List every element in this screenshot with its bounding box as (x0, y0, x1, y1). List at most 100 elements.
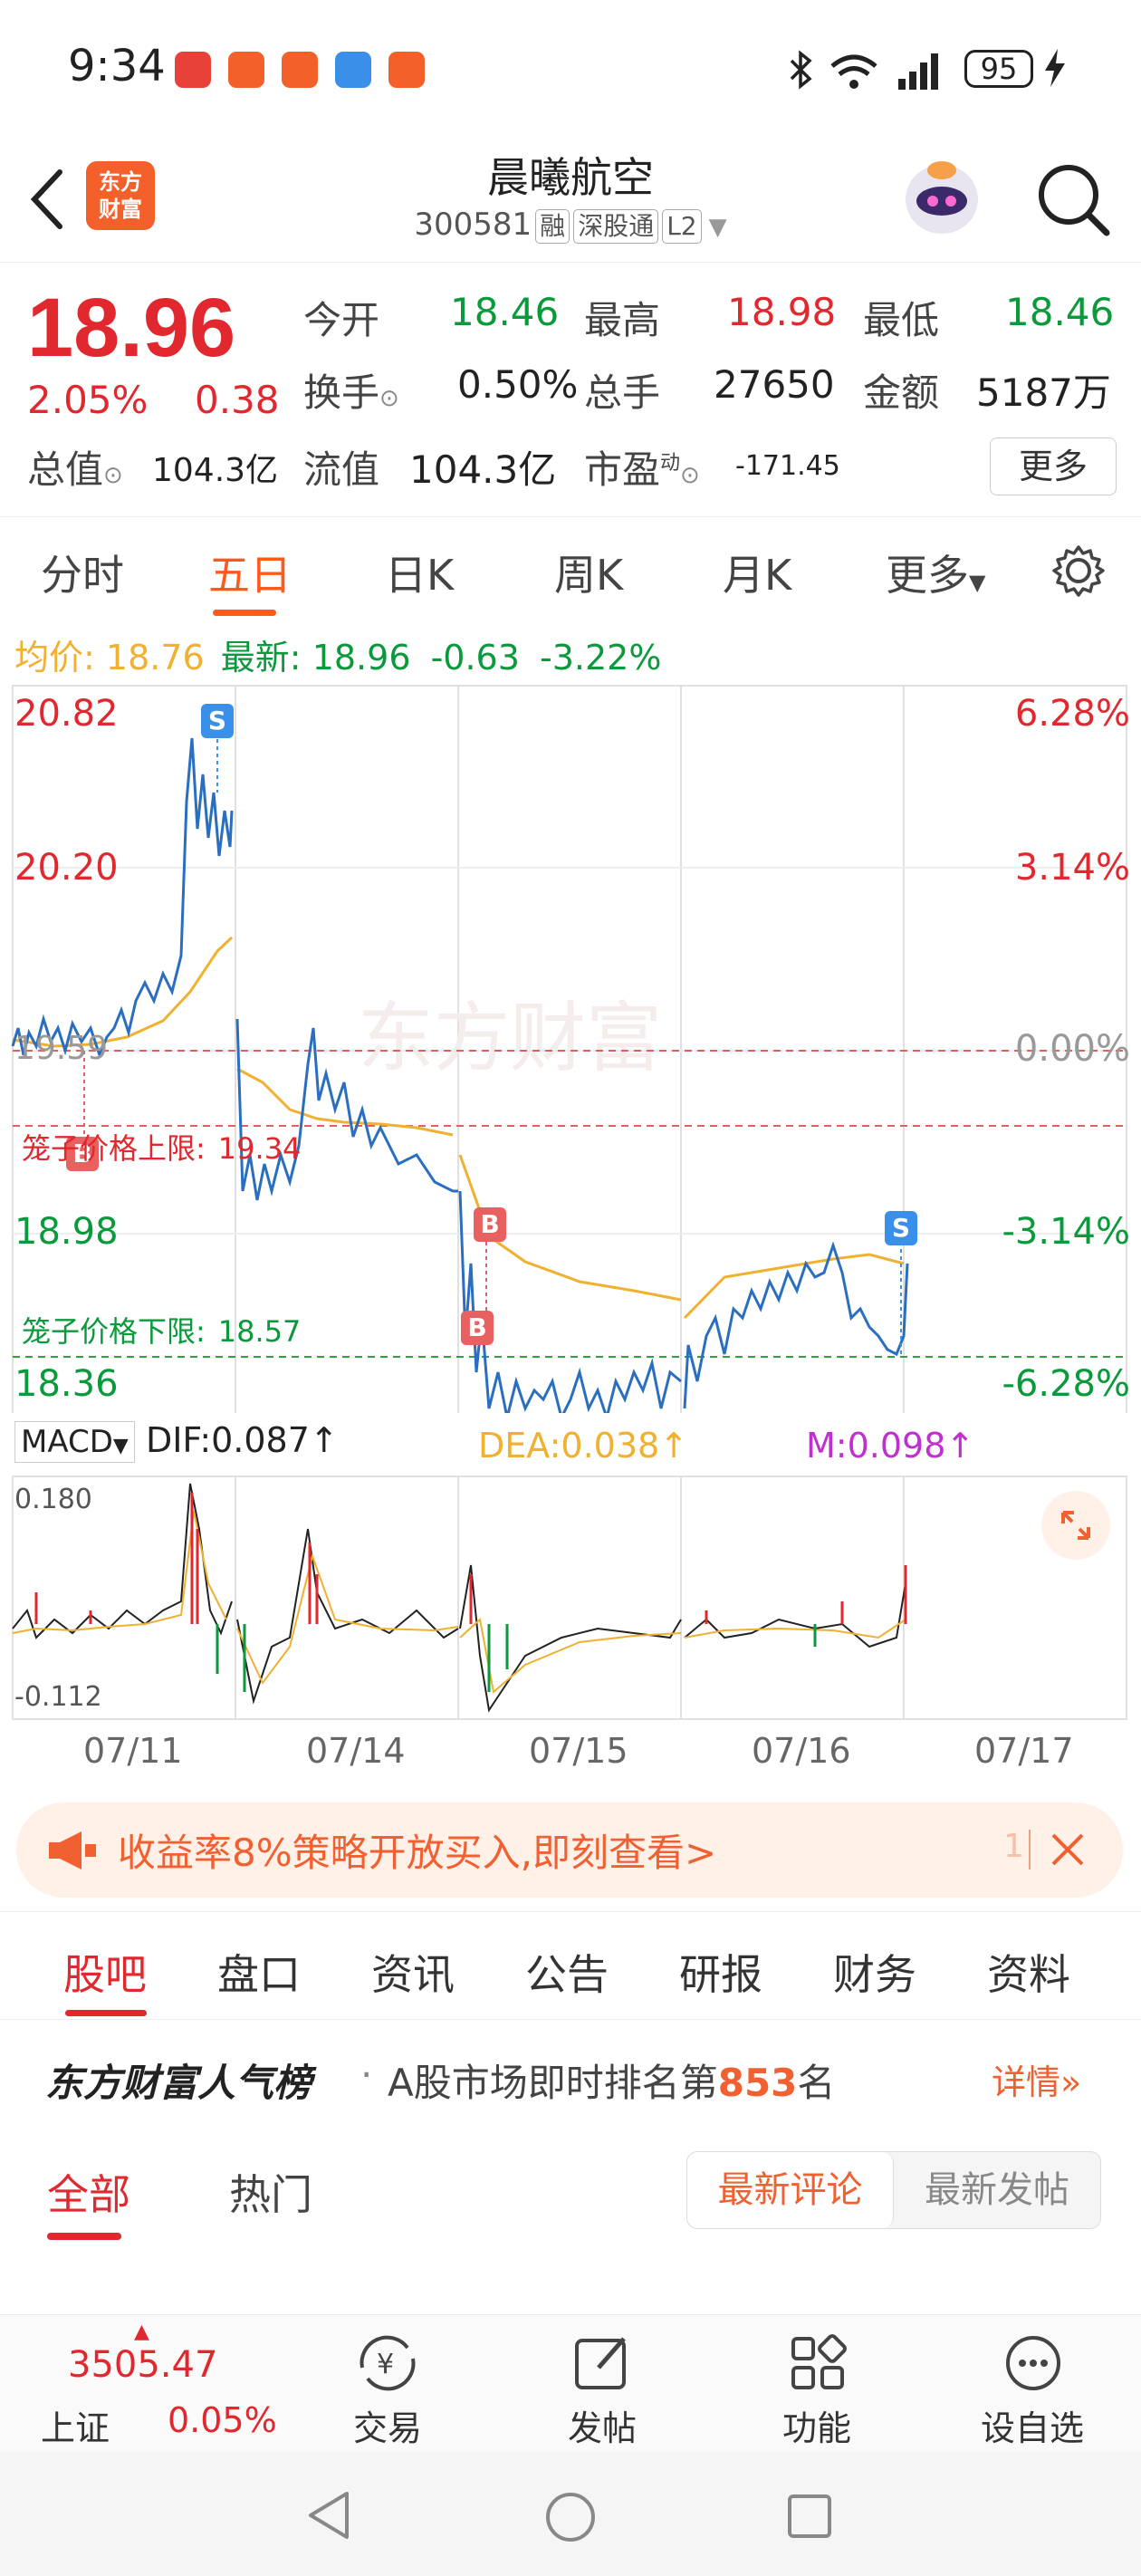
more-dots-icon: ⊙ (680, 462, 700, 489)
app-icon (228, 52, 264, 88)
detail-link[interactable]: 详情» (992, 2054, 1081, 2104)
features-button[interactable]: 功能 (726, 2315, 907, 2453)
date-label: 07/16 (752, 1731, 851, 1771)
battery-level: 95 (980, 52, 1018, 86)
tab-weekly-k[interactable]: 周K (554, 543, 623, 602)
tab-orderbook[interactable]: 盘口 (217, 1942, 301, 2002)
tab-intraday[interactable]: 分时 (41, 543, 124, 602)
index-value: 3505.47 (68, 2344, 218, 2386)
latest-label: 最新: (220, 638, 302, 678)
trade-label: 交易 (352, 2408, 422, 2448)
more-button[interactable]: 更多 (990, 437, 1117, 495)
close-icon[interactable] (1044, 1826, 1091, 1877)
macd-header: MACD▼ DIF:0.087↑ DEA:0.038↑ M:0.098↑ (14, 1420, 1137, 1476)
nav-home-icon[interactable] (543, 2490, 598, 2548)
separator-dot: · (360, 2052, 373, 2097)
yuan-exchange-icon: ¥ (360, 2335, 416, 2391)
period-tabs: 分时 五日 日K 周K 月K 更多▼ (0, 516, 1141, 625)
buy-marker[interactable]: B (461, 1311, 494, 1345)
mktcap-label-text: 总值 (27, 447, 104, 492)
macd-chart[interactable]: 0.180 -0.112 (0, 1475, 1141, 1728)
macd-ymax: 0.180 (14, 1484, 92, 1515)
macd-svg (12, 1475, 1127, 1720)
more-circle-icon (1006, 2336, 1060, 2390)
wifi-icon (829, 52, 879, 95)
change-percent: 2.05% (27, 378, 149, 422)
status-time: 9:34 (68, 41, 166, 91)
date-label: 07/15 (529, 1731, 628, 1771)
app-icon (282, 52, 318, 88)
post-filter: 全部 热门 最新评论 最新发帖 (0, 2133, 1141, 2251)
index-percent: 0.05% (168, 2400, 277, 2440)
turnover-label[interactable]: 换手⊙ (303, 362, 399, 418)
tab-finance[interactable]: 财务 (833, 1942, 916, 2002)
tab-forum[interactable]: 股吧 (63, 1942, 147, 2002)
float-label: 流值 (303, 447, 380, 492)
banner-counter: 1 (1003, 1828, 1024, 1865)
tab-more[interactable]: 更多▼ (886, 543, 985, 602)
price-chart[interactable]: 东方财富 S B B B S 20.82 20.20 19.59 18.98 1… (0, 684, 1141, 1423)
popularity-rank[interactable]: 东方财富人气榜 · A股市场即时排名第853名 详情» (0, 2020, 1141, 2133)
y-right-upper: 3.14% (1014, 847, 1130, 889)
tab-announcements[interactable]: 公告 (525, 1942, 609, 2002)
banner-text: 收益率8%策略开放买入,即刻查看> (118, 1831, 717, 1875)
tab-news[interactable]: 资讯 (371, 1942, 455, 2002)
y-right-min: -6.28% (1002, 1363, 1130, 1405)
filter-all[interactable]: 全部 (47, 2162, 130, 2222)
mktcap-label[interactable]: 总值⊙ (27, 439, 123, 495)
turnover-value: 0.50% (457, 362, 579, 407)
system-navbar (0, 2452, 1141, 2576)
promo-banner[interactable]: 收益率8%策略开放买入,即刻查看> 1 (16, 1802, 1123, 1898)
expand-icon[interactable] (1041, 1491, 1110, 1560)
tab-profile[interactable]: 资料 (987, 1942, 1070, 2002)
watchlist-label: 设自选 (980, 2408, 1084, 2448)
sort-newest-post[interactable]: 最新发帖 (894, 2152, 1100, 2228)
search-icon[interactable] (1032, 159, 1114, 240)
status-bar: 9:34 95 (0, 0, 1141, 136)
edit-icon (575, 2337, 626, 2389)
tab-monthly-k[interactable]: 月K (723, 543, 791, 602)
tab-research[interactable]: 研报 (679, 1942, 762, 2002)
post-button[interactable]: 发帖 (512, 2315, 693, 2453)
date-label: 07/14 (306, 1731, 406, 1771)
pe-label-text: 市盈 (584, 447, 661, 492)
tab-more-label: 更多 (886, 551, 969, 600)
m-value: M:0.098↑ (806, 1426, 975, 1466)
gear-icon[interactable] (1050, 543, 1107, 602)
pe-label[interactable]: 市盈动⊙ (584, 439, 700, 495)
sort-newest-comment[interactable]: 最新评论 (687, 2152, 894, 2228)
caret-down-icon[interactable]: ▼ (709, 214, 727, 241)
sell-marker[interactable]: S (201, 704, 234, 738)
high-value: 18.98 (727, 290, 837, 334)
buy-marker[interactable]: B (474, 1207, 506, 1242)
date-axis: 07/11 07/14 07/15 07/16 07/17 (0, 1725, 1141, 1780)
open-value: 18.46 (450, 290, 560, 334)
index-name: 上证 (41, 2408, 110, 2448)
assistant-robot-icon[interactable] (896, 154, 987, 245)
more-dots-icon: ⊙ (379, 385, 399, 412)
indicator-name: MACD (21, 1424, 113, 1460)
tab-five-day[interactable]: 五日 (208, 543, 292, 602)
avg-value: 18.76 (105, 638, 205, 678)
date-label: 07/11 (83, 1731, 183, 1771)
latest-change-pct: -3.22% (540, 638, 662, 678)
filter-hot[interactable]: 热门 (229, 2162, 312, 2222)
trade-button[interactable]: ¥ 交易 (297, 2315, 478, 2453)
index-ticker[interactable]: ▲ 3505.47 上证 0.05% (0, 2315, 290, 2453)
amount-label: 金额 (863, 370, 940, 415)
watermark: 东方财富 (358, 994, 662, 1082)
active-filter-indicator (47, 2233, 121, 2240)
rank-prefix: A股市场即时排名第 (388, 2061, 718, 2105)
upper-limit-value: 19.34 (217, 1131, 302, 1166)
sell-marker[interactable]: S (885, 1211, 917, 1245)
active-tab-indicator (213, 610, 276, 616)
indicator-selector[interactable]: MACD▼ (14, 1421, 135, 1463)
signal-icon (896, 52, 947, 93)
app-icon (335, 52, 371, 88)
tab-daily-k[interactable]: 日K (385, 543, 454, 602)
latest-value: 18.96 (312, 638, 411, 678)
nav-recents-icon[interactable] (786, 2493, 833, 2543)
watchlist-button[interactable]: 设自选 (942, 2315, 1123, 2453)
pe-value: -171.45 (735, 450, 840, 482)
nav-back-icon[interactable] (303, 2488, 354, 2546)
